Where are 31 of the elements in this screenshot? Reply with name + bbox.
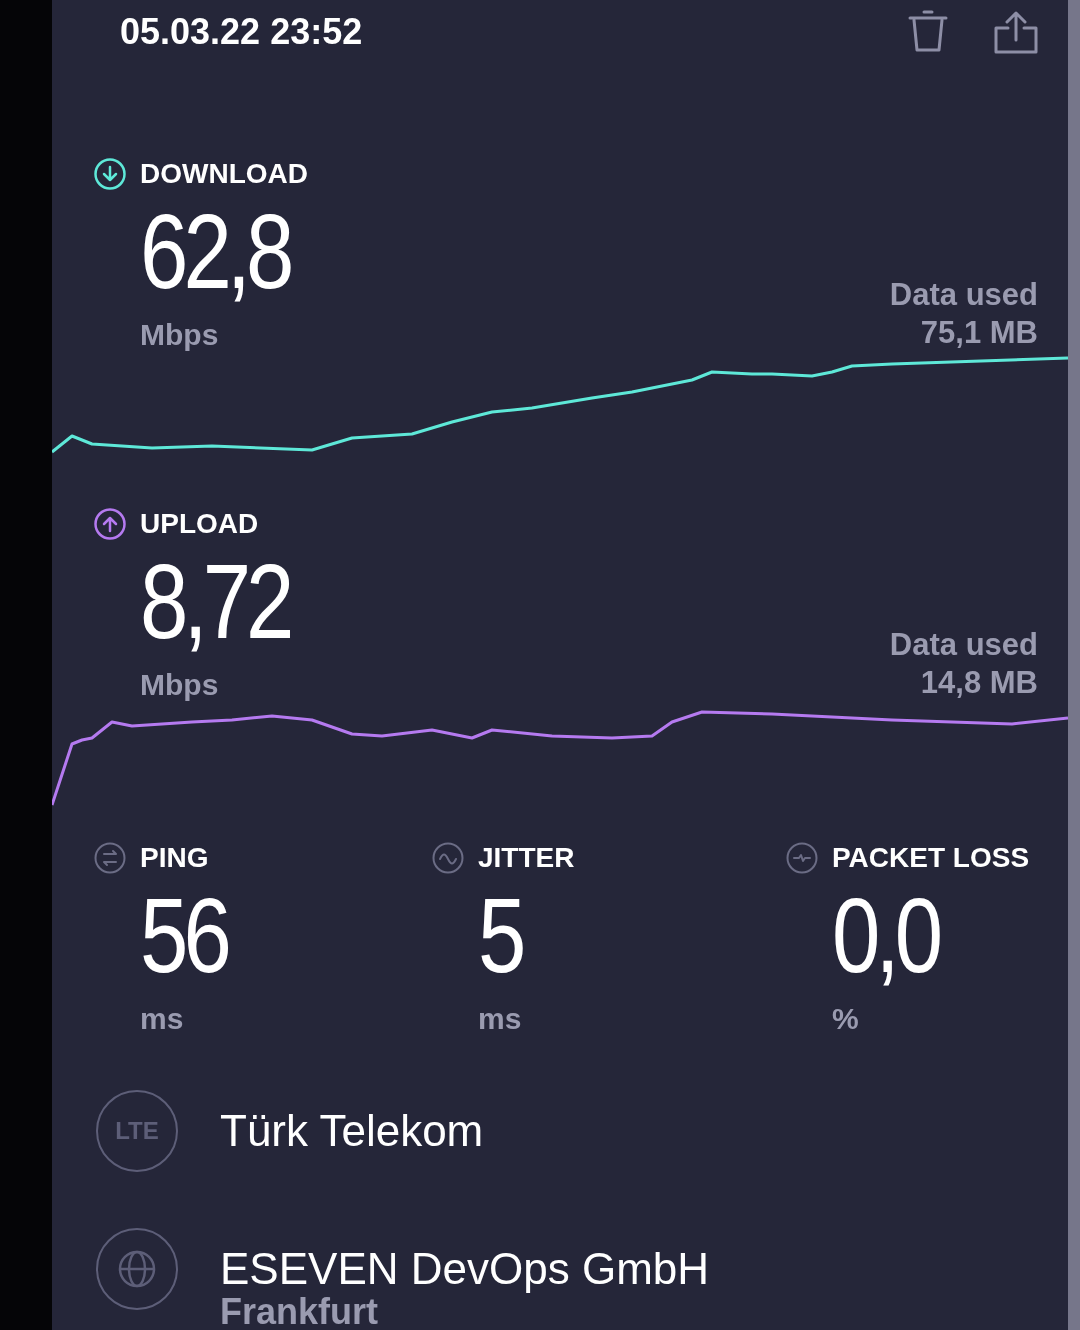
unit-label: Mbps	[140, 668, 219, 702]
metric-value: 0,0	[832, 882, 939, 988]
swap-arrows-icon	[94, 842, 126, 874]
network-type-badge: LTE	[96, 1090, 178, 1172]
data-used-value: 14,8 MB	[920, 664, 1038, 702]
wave-icon	[432, 842, 464, 874]
data-used-label: Data used	[889, 276, 1038, 314]
arrow-up-icon	[94, 508, 126, 540]
metric-label: JITTER	[478, 842, 575, 874]
server-name: ESEVEN DevOps GmbH	[220, 1244, 710, 1294]
metric-label: PACKET LOSS	[832, 842, 1030, 874]
metric-value: 56	[140, 882, 227, 988]
carrier-name: Türk Telekom	[220, 1106, 484, 1156]
unit-label: ms	[140, 1002, 184, 1036]
unit-label: ms	[478, 1002, 522, 1036]
arrow-down-icon	[94, 158, 126, 190]
metric-label: PING	[140, 842, 209, 874]
metric-value: 5	[478, 882, 522, 988]
data-used-label: Data used	[889, 626, 1038, 664]
data-used-value: 75,1 MB	[920, 314, 1038, 352]
server-location: Frankfurt	[220, 1294, 379, 1330]
share-icon[interactable]	[994, 10, 1038, 54]
section-label: DOWNLOAD	[140, 158, 308, 190]
globe-icon	[96, 1228, 178, 1310]
unit-label: Mbps	[140, 318, 219, 352]
speed-value: 62,8	[140, 198, 290, 304]
speed-value: 8,72	[140, 548, 290, 654]
unit-label: %	[832, 1002, 859, 1036]
date-time: 05.03.22 23:52	[120, 11, 364, 53]
section-label: UPLOAD	[140, 508, 259, 540]
trash-icon[interactable]	[908, 10, 948, 54]
